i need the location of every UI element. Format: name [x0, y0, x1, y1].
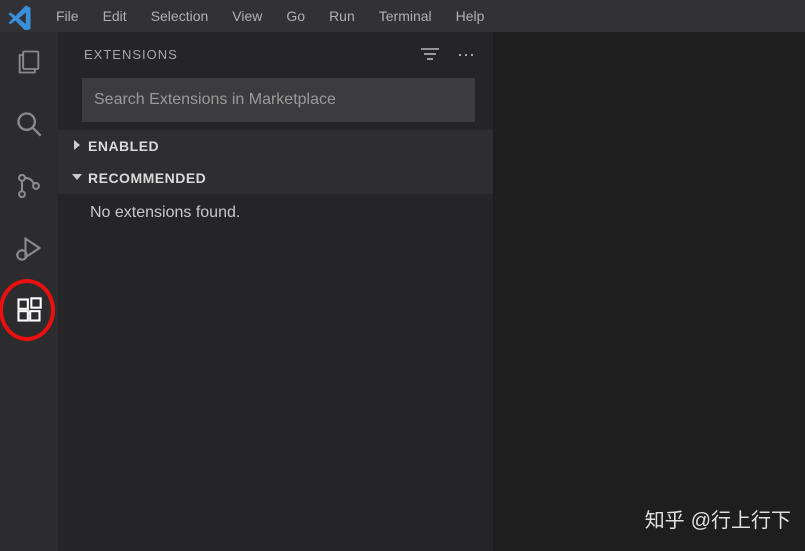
extensions-icon[interactable]: [13, 294, 45, 326]
menu-go[interactable]: Go: [274, 0, 317, 32]
extensions-sidebar: EXTENSIONS ··· ENABLED RECOMMENDED No ex…: [58, 32, 493, 551]
menu-help[interactable]: Help: [444, 0, 497, 32]
section-recommended-label: RECOMMENDED: [88, 170, 206, 186]
section-enabled-label: ENABLED: [88, 138, 159, 154]
watermark-user: @行上行下: [691, 504, 791, 533]
watermark-brand: 知乎: [645, 504, 685, 533]
activity-bar: [0, 32, 58, 551]
section-enabled[interactable]: ENABLED: [58, 130, 493, 162]
menu-terminal[interactable]: Terminal: [367, 0, 444, 32]
explorer-icon[interactable]: [13, 46, 45, 78]
run-debug-icon[interactable]: [13, 232, 45, 264]
search-icon[interactable]: [13, 108, 45, 140]
editor-area: [493, 32, 805, 551]
chevron-down-icon: [66, 170, 88, 186]
filter-icon[interactable]: [421, 44, 439, 65]
extensions-search-input[interactable]: [94, 91, 463, 109]
vscode-logo-icon: [6, 2, 34, 30]
section-recommended[interactable]: RECOMMENDED: [58, 162, 493, 194]
menu-run[interactable]: Run: [317, 0, 367, 32]
watermark: 知乎 @行上行下: [645, 504, 791, 533]
sidebar-title: EXTENSIONS: [84, 47, 178, 62]
more-actions-icon[interactable]: ···: [457, 44, 475, 65]
menu-selection[interactable]: Selection: [139, 0, 221, 32]
menu-file[interactable]: File: [44, 0, 91, 32]
empty-message: No extensions found.: [58, 194, 493, 222]
menu-view[interactable]: View: [220, 0, 274, 32]
extensions-search[interactable]: [82, 78, 475, 122]
menubar: File Edit Selection View Go Run Terminal…: [0, 0, 805, 32]
chevron-right-icon: [66, 138, 88, 154]
highlight-annotation: [0, 279, 55, 341]
menu-edit[interactable]: Edit: [91, 0, 139, 32]
source-control-icon[interactable]: [13, 170, 45, 202]
